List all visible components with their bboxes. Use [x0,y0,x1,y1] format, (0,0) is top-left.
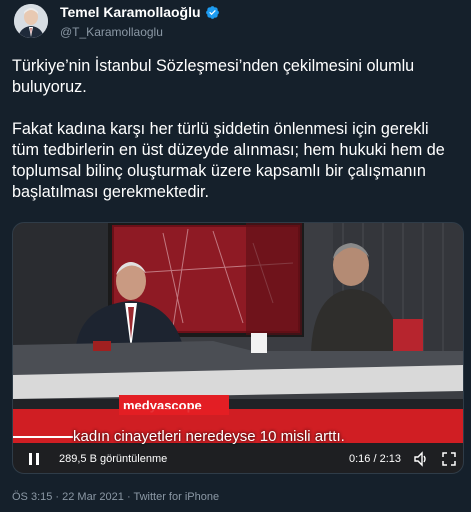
tweet-header: Temel Karamollaoğlu @T_Karamollaoglu [12,2,452,44]
tweet-text: Türkiye’nin İstanbul Sözleşmesi’nden çek… [12,56,452,203]
video-controls: 289,5 B görüntülenme 0:16 / 2:13 [13,443,463,473]
volume-icon[interactable] [413,451,429,467]
caption-strike-line [13,436,73,438]
author-name-text[interactable]: Temel Karamollaoğlu [60,4,201,20]
video-player[interactable]: medyascope kadın cinayetleri neredeyse 1… [12,222,464,474]
tweet-paragraph-1: Türkiye’nin İstanbul Sözleşmesi’nden çek… [12,57,415,96]
avatar[interactable] [14,4,48,38]
verified-badge-icon [205,5,219,19]
tweet-timestamp[interactable]: ÖS 3:15 · 22 Mar 2021 · Twitter for iPho… [12,491,219,503]
tweet-paragraph-2: Fakat kadına karşı her türlü şiddetin ön… [12,120,445,201]
pause-icon[interactable] [27,452,41,466]
author-display-name[interactable]: Temel Karamollaoğlu [60,4,220,20]
view-count: 289,5 B görüntülenme [59,453,168,465]
author-handle[interactable]: @T_Karamollaoglu [60,25,220,39]
fullscreen-icon[interactable] [441,451,457,467]
video-time: 0:16 / 2:13 [349,453,401,465]
